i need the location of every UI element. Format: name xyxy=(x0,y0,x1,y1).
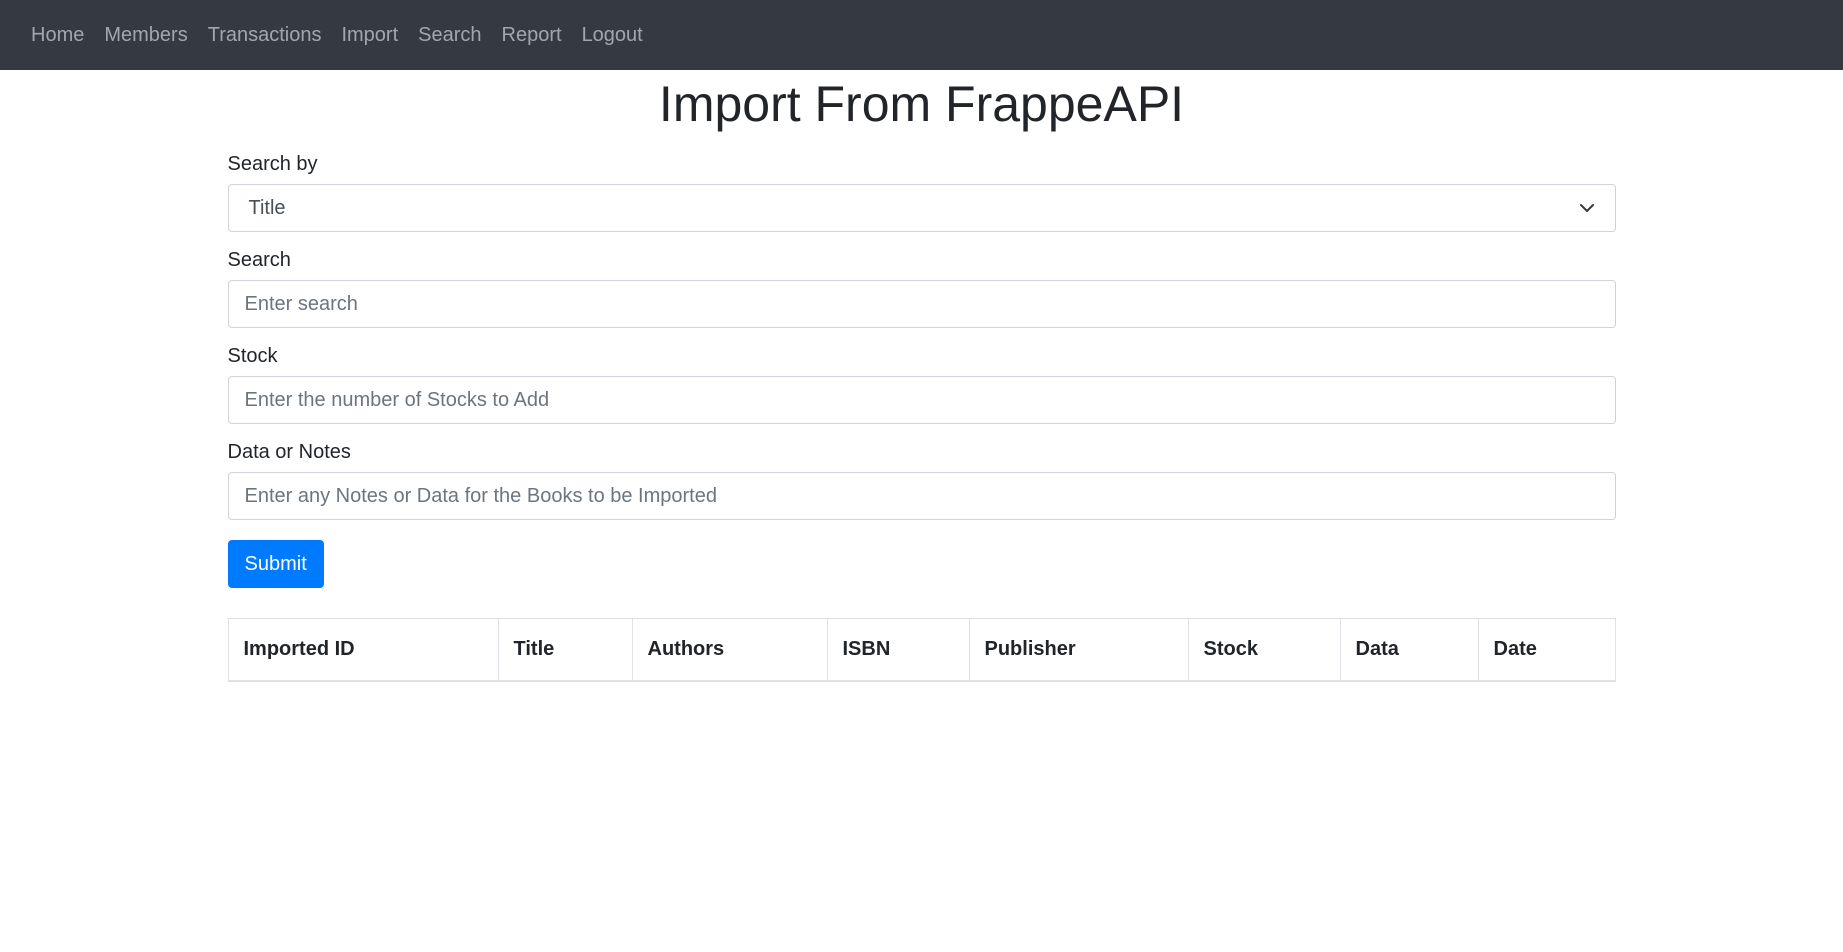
table-header: Imported ID Title Authors ISBN Publisher… xyxy=(228,618,1615,682)
search-by-select-wrap: Title xyxy=(227,184,1616,232)
table-header-row: Imported ID Title Authors ISBN Publisher… xyxy=(228,618,1615,682)
search-label: Search xyxy=(227,249,291,271)
column-header-isbn: ISBN xyxy=(826,618,969,682)
notes-group: Data or Notes xyxy=(227,440,1616,520)
column-header-date: Date xyxy=(1477,618,1615,682)
column-header-imported-id: Imported ID xyxy=(228,618,498,682)
search-by-select[interactable]: Title xyxy=(227,184,1616,232)
column-header-authors: Authors xyxy=(631,618,827,682)
nav-import[interactable]: Import xyxy=(331,24,408,47)
nav-transactions[interactable]: Transactions xyxy=(198,24,332,47)
column-header-title: Title xyxy=(497,618,632,682)
column-header-publisher: Publisher xyxy=(968,618,1188,682)
nav-logout[interactable]: Logout xyxy=(572,24,653,47)
main-container: Import From FrappeAPI Search by Title Se… xyxy=(227,74,1616,682)
notes-label: Data or Notes xyxy=(227,441,351,463)
search-group: Search xyxy=(227,248,1616,328)
page-title: Import From FrappeAPI xyxy=(658,76,1185,132)
search-by-label: Search by xyxy=(227,153,318,175)
nav-members[interactable]: Members xyxy=(94,24,197,47)
stock-input[interactable] xyxy=(227,376,1616,424)
nav-search[interactable]: Search xyxy=(408,24,491,47)
nav-report[interactable]: Report xyxy=(492,24,572,47)
search-by-group: Search by Title xyxy=(227,152,1616,232)
nav-home[interactable]: Home xyxy=(21,24,94,47)
search-input[interactable] xyxy=(227,280,1616,328)
search-by-selected-value: Title xyxy=(248,196,286,219)
stock-label: Stock xyxy=(227,345,278,367)
submit-button[interactable]: Submit xyxy=(227,540,324,588)
column-header-data: Data xyxy=(1339,618,1478,682)
notes-input[interactable] xyxy=(227,472,1616,520)
stock-group: Stock xyxy=(227,344,1616,424)
top-navbar: Home Members Transactions Import Search … xyxy=(0,0,1843,70)
imported-books-table: Imported ID Title Authors ISBN Publisher… xyxy=(227,618,1616,682)
column-header-stock: Stock xyxy=(1187,618,1340,682)
chevron-down-icon xyxy=(1579,204,1594,212)
